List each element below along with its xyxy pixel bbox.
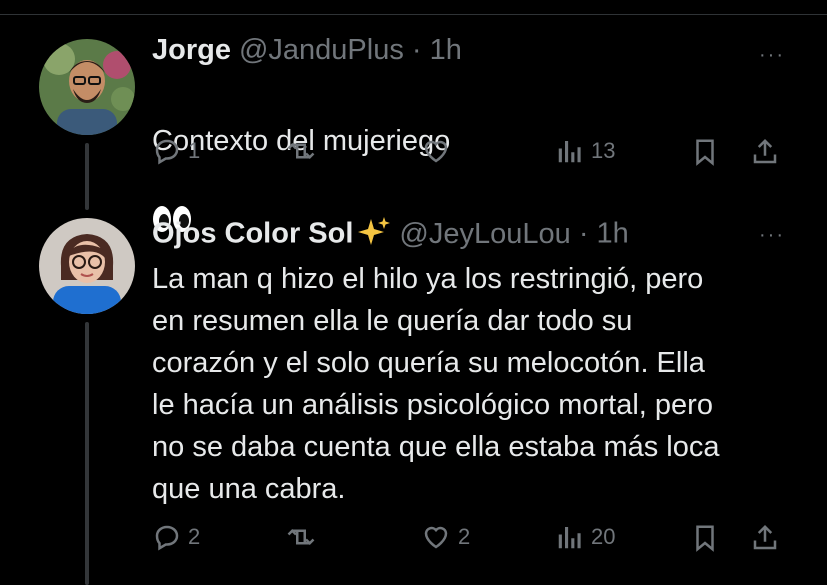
bookmark-button[interactable] [690,136,720,168]
like-count: 2 [458,524,471,549]
views-button[interactable]: 20 [555,522,615,552]
like-button[interactable]: 2 [420,522,470,552]
retweet-button[interactable] [285,136,323,166]
bookmark-button[interactable] [690,522,720,554]
bookmark-icon [696,139,714,166]
view-count: 20 [591,524,616,549]
view-count: 13 [591,138,616,163]
retweet-icon [287,528,315,546]
analytics-icon [558,527,581,549]
reply-count: 1 [188,138,201,163]
separator: · [578,217,589,250]
retweet-icon [287,142,315,160]
more-options-button[interactable]: ··· [759,224,785,247]
bookmark-icon [696,525,714,552]
like-button[interactable] [420,136,458,166]
tweet-text: La man q hizo el hilo ya los restringió,… [152,263,720,505]
reply-button[interactable]: 1 [152,136,200,166]
share-icon [753,524,777,550]
timestamp[interactable]: 1h [430,34,462,66]
avatar[interactable] [39,218,135,314]
thread-line [85,322,89,585]
thread-line [85,143,89,210]
reply-count: 2 [188,524,201,549]
user-handle[interactable]: @JeyLouLou [399,218,570,250]
reply-icon [155,139,179,165]
top-divider [0,14,827,15]
retweet-button[interactable] [285,522,323,552]
separator: · [411,34,422,66]
share-icon [753,138,777,164]
display-name[interactable]: Ojos Color Sol [152,218,353,250]
more-options-button[interactable]: ··· [759,44,785,67]
tweet-header: Ojos Color Sol @JeyLouLou · 1h [152,215,629,255]
analytics-icon [558,141,581,163]
share-button[interactable] [750,136,780,168]
reply-button[interactable]: 2 [152,522,200,552]
display-name[interactable]: Jorge [152,34,231,66]
heart-icon [424,526,448,549]
tweet-header: Jorge @JanduPlus · 1h [152,34,462,67]
user-handle[interactable]: @JanduPlus [239,34,404,66]
timestamp[interactable]: 1h [597,218,629,250]
sparkles-emoji [357,215,391,255]
heart-icon [424,140,448,163]
share-button[interactable] [750,522,780,554]
avatar[interactable] [39,39,135,135]
views-button[interactable]: 13 [555,136,615,166]
reply-icon [155,525,179,551]
